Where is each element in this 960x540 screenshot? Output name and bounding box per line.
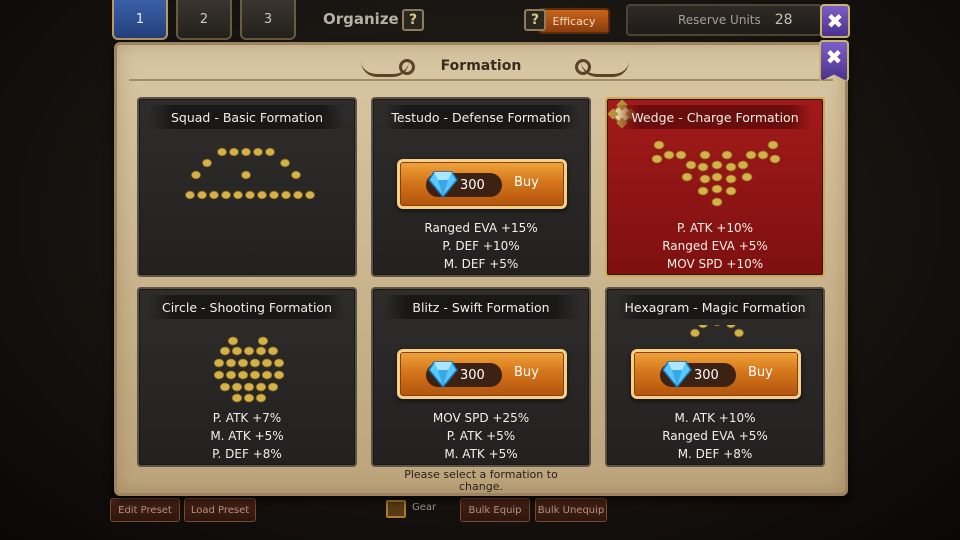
instruction-line-2: change. xyxy=(459,480,503,493)
card-stats: MOV SPD +25% P. ATK +5% M. ATK +5% xyxy=(373,409,589,463)
reserve-units-count: 28 xyxy=(774,12,793,28)
edit-preset-button[interactable]: Edit Preset xyxy=(110,498,180,522)
price-value: 300 xyxy=(694,367,719,383)
stat-line: M. DEF +5% xyxy=(443,257,519,271)
card-stats: Ranged EVA +15% P. DEF +10% M. DEF +5% xyxy=(373,219,589,273)
card-title: Wedge - Charge Formation xyxy=(631,109,799,125)
wedge-formation-diagram xyxy=(651,140,781,207)
buy-button[interactable]: 300 Buy xyxy=(397,159,567,209)
instruction-message: Please select a formation to change. xyxy=(117,469,845,493)
organize-label: Organize xyxy=(323,10,399,28)
stat-line: P. ATK +5% xyxy=(446,429,516,443)
bulk-equip-button[interactable]: Bulk Equip xyxy=(460,498,530,522)
price-value: 300 xyxy=(460,177,485,193)
stat-line: M. ATK +5% xyxy=(210,429,284,443)
buy-label: Buy xyxy=(514,365,539,380)
card-stats: P. ATK +10% Ranged EVA +5% MOV SPD +10% xyxy=(607,219,823,273)
ornament-right xyxy=(575,59,629,77)
formation-panel: Formation Squad - Basic Formation Testud… xyxy=(114,42,848,496)
help-icon[interactable]: ? xyxy=(402,9,424,31)
stat-line: P. ATK +10% xyxy=(676,221,753,235)
card-title: Hexagram - Magic Formation xyxy=(624,299,806,315)
stat-line: M. DEF +8% xyxy=(677,447,753,461)
gear-checkbox[interactable] xyxy=(386,500,406,518)
stat-line: Ranged EVA +5% xyxy=(662,429,768,443)
buy-label: Buy xyxy=(514,175,539,190)
preset-tab-2[interactable]: 2 xyxy=(176,0,232,40)
formation-card-squad[interactable]: Squad - Basic Formation xyxy=(137,97,357,277)
stat-line: M. ATK +10% xyxy=(674,411,756,425)
efficacy-help-icon[interactable]: ? xyxy=(524,9,546,31)
card-title-bar: Testudo - Defense Formation xyxy=(383,105,579,129)
card-title: Blitz - Swift Formation xyxy=(412,299,550,315)
stat-line: P. ATK +7% xyxy=(212,411,282,425)
buy-label: Buy xyxy=(748,365,773,380)
stat-line: MOV SPD +10% xyxy=(666,257,764,271)
preset-tab-1[interactable]: 1 xyxy=(112,0,168,40)
preset-tab-3[interactable]: 3 xyxy=(240,0,296,40)
ornament-left xyxy=(361,59,415,77)
squad-formation-diagram xyxy=(185,147,315,200)
card-title-bar: Circle - Shooting Formation xyxy=(149,295,345,319)
formation-card-hexagram[interactable]: Hexagram - Magic Formation 300 Buy M. AT… xyxy=(605,287,825,467)
reserve-units-label: Reserve Units xyxy=(678,13,761,27)
efficacy-button[interactable]: Efficacy xyxy=(538,8,610,34)
stat-line: MOV SPD +25% xyxy=(432,411,530,425)
gem-icon xyxy=(428,171,458,198)
price-value: 300 xyxy=(460,367,485,383)
card-stats: P. ATK +7% M. ATK +5% P. DEF +8% xyxy=(139,409,355,463)
card-title: Squad - Basic Formation xyxy=(170,109,323,125)
stat-line: P. DEF +10% xyxy=(442,239,520,253)
circle-formation-diagram xyxy=(213,336,285,403)
load-preset-button[interactable]: Load Preset xyxy=(184,498,256,522)
formation-card-testudo[interactable]: Testudo - Defense Formation 300 Buy Rang… xyxy=(371,97,591,277)
reserve-units: Reserve Units 28 xyxy=(626,4,822,36)
card-title-bar: Wedge - Charge Formation xyxy=(617,105,813,129)
stat-line: Ranged EVA +15% xyxy=(424,221,538,235)
close-icon[interactable]: ✖ xyxy=(820,4,850,38)
buy-button[interactable]: 300 Buy xyxy=(631,349,801,399)
gear-label: Gear xyxy=(412,502,437,513)
card-stats: M. ATK +10% Ranged EVA +5% M. DEF +8% xyxy=(607,409,823,463)
top-bar: 1 2 3 Organize ? ? Efficacy Reserve Unit… xyxy=(0,0,960,40)
panel-header: Formation xyxy=(125,51,837,81)
formation-card-circle[interactable]: Circle - Shooting Formation P. ATK +7% M… xyxy=(137,287,357,467)
card-title: Testudo - Defense Formation xyxy=(391,109,571,125)
card-title-bar: Blitz - Swift Formation xyxy=(383,295,579,319)
buy-button[interactable]: 300 Buy xyxy=(397,349,567,399)
formation-card-blitz[interactable]: Blitz - Swift Formation 300 Buy MOV SPD … xyxy=(371,287,591,467)
gem-icon xyxy=(428,361,458,388)
panel-title: Formation xyxy=(440,58,522,74)
gem-icon xyxy=(662,361,692,388)
formation-card-wedge[interactable]: Wedge - Charge Formation P. ATK +10% Ran… xyxy=(605,97,825,277)
formation-grid: Squad - Basic Formation Testudo - Defens… xyxy=(129,79,833,467)
card-title-bar: Hexagram - Magic Formation xyxy=(617,295,813,319)
card-title: Circle - Shooting Formation xyxy=(161,299,332,315)
card-title-bar: Squad - Basic Formation xyxy=(149,105,345,129)
stat-line: P. DEF +8% xyxy=(212,447,282,461)
stat-line: M. ATK +5% xyxy=(444,447,518,461)
bulk-unequip-button[interactable]: Bulk Unequip xyxy=(535,498,607,522)
stat-line: Ranged EVA +5% xyxy=(662,239,768,253)
